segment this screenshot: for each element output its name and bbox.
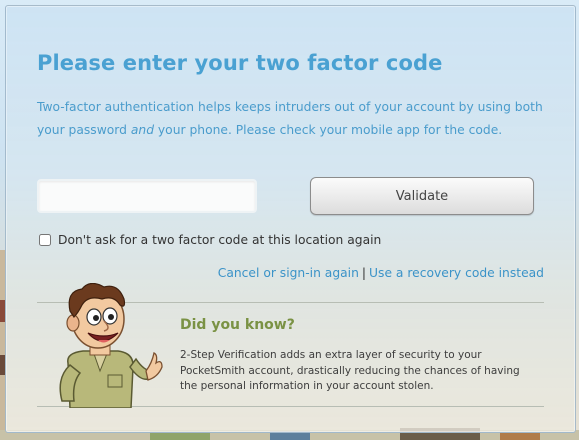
- remember-location-label: Don't ask for a two factor code at this …: [58, 233, 382, 247]
- tip-heading: Did you know?: [180, 317, 295, 333]
- cancel-signin-link[interactable]: Cancel or sign-in again: [218, 266, 359, 280]
- mascot-illustration: [59, 283, 163, 408]
- alternative-actions: Cancel or sign-in again | Use a recovery c…: [218, 266, 544, 280]
- tip-text: 2-Step Verification adds an extra layer …: [180, 349, 520, 392]
- validate-button[interactable]: Validate: [310, 177, 534, 215]
- recovery-code-link[interactable]: Use a recovery code instead: [369, 266, 544, 280]
- instructions-part2: your phone. Please check your mobile app…: [154, 123, 503, 137]
- page-title: Please enter your two factor code: [37, 51, 443, 75]
- instructions-emphasis: and: [130, 123, 154, 137]
- remember-location-checkbox[interactable]: [39, 234, 51, 246]
- link-separator: |: [361, 266, 367, 280]
- two-factor-code-input[interactable]: [37, 179, 257, 213]
- remember-location-option[interactable]: Don't ask for a two factor code at this …: [37, 233, 381, 247]
- instructions-text: Two-factor authentication helps keeps in…: [37, 96, 552, 142]
